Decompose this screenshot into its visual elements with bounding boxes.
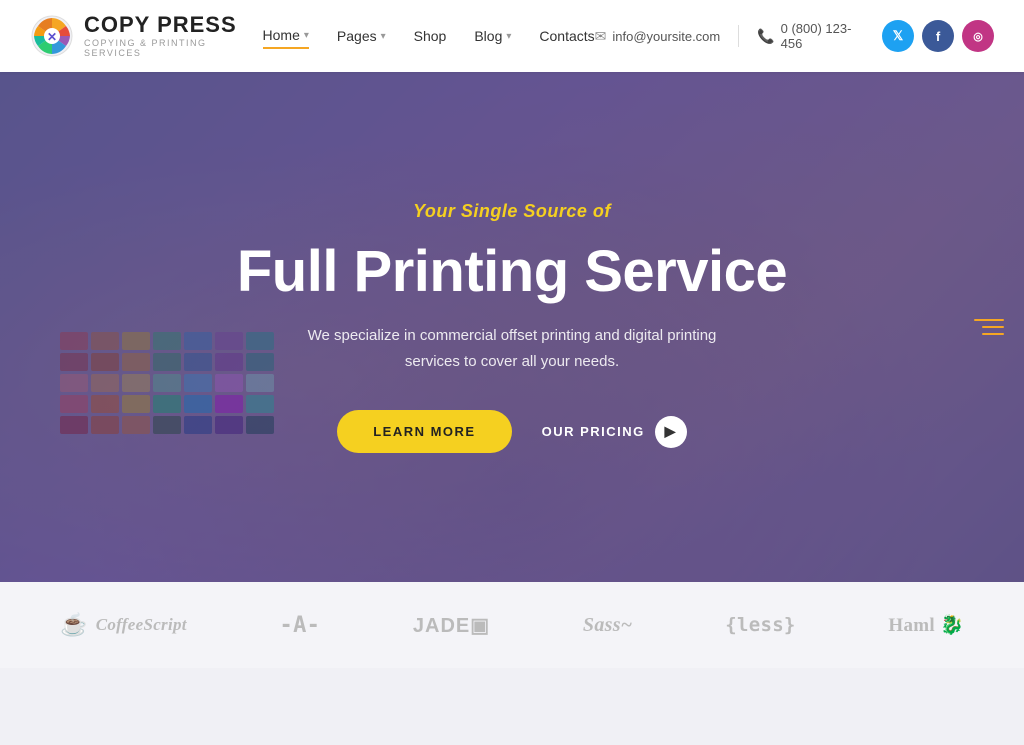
logo-title: COPY PRESS [84, 14, 263, 36]
pricing-button[interactable]: OUR PRICING ▶ [542, 416, 687, 448]
hero-description: We specialize in commercial offset print… [302, 323, 722, 374]
hamburger-line-3 [982, 333, 1004, 335]
hero-section: Your Single Source of Full Printing Serv… [0, 72, 1024, 582]
logos-bar: ☕ CoffeeScript -A- JADE▣ Sass~ {less} Ha… [0, 582, 1024, 668]
learn-more-button[interactable]: LEARN MORE [337, 410, 511, 453]
chevron-down-icon: ▾ [506, 31, 511, 42]
svg-text:✕: ✕ [47, 30, 57, 44]
phone-icon: 📞 [757, 28, 774, 45]
brand-coffeescript[interactable]: ☕ CoffeeScript [60, 612, 187, 638]
hero-subtitle: Your Single Source of [237, 201, 787, 222]
logo-text: COPY PRESS COPYING & PRINTING SERVICES [84, 14, 263, 58]
instagram-button[interactable]: ◎ [962, 20, 994, 52]
twitter-icon: 𝕏 [893, 28, 903, 44]
brand-less[interactable]: {less} [725, 614, 795, 636]
hero-actions: LEARN MORE OUR PRICING ▶ [237, 410, 787, 453]
facebook-icon: f [936, 29, 940, 44]
facebook-button[interactable]: f [922, 20, 954, 52]
instagram-icon: ◎ [973, 30, 983, 43]
hamburger-line-1 [974, 319, 1004, 321]
nav-home[interactable]: Home ▾ [263, 23, 309, 49]
email-contact: ✉ info@yoursite.com [595, 28, 721, 45]
phone-text: 0 (800) 123-456 [781, 21, 864, 51]
hamburger-line-2 [982, 326, 1004, 328]
phone-contact: 📞 0 (800) 123-456 [757, 21, 864, 51]
logo-icon: ✕ [30, 14, 74, 58]
email-text: info@yoursite.com [612, 29, 720, 44]
twitter-button[interactable]: 𝕏 [882, 20, 914, 52]
header-right: ✉ info@yoursite.com 📞 0 (800) 123-456 𝕏 … [595, 20, 994, 52]
site-header: ✕ COPY PRESS COPYING & PRINTING SERVICES… [0, 0, 1024, 72]
hamburger-menu-side[interactable] [974, 319, 1004, 335]
brand-angular[interactable]: -A- [280, 613, 321, 638]
brand-haml[interactable]: Haml 🐉 [888, 613, 964, 637]
email-icon: ✉ [595, 28, 607, 45]
brand-jade[interactable]: JADE▣ [413, 613, 490, 638]
header-divider [738, 25, 739, 47]
coffeescript-icon: ☕ [60, 612, 88, 638]
nav-blog[interactable]: Blog ▾ [474, 24, 511, 48]
nav-contacts[interactable]: Contacts [539, 24, 594, 48]
logo-subtitle: COPYING & PRINTING SERVICES [84, 38, 263, 58]
main-nav: Home ▾ Pages ▾ Shop Blog ▾ Contacts [263, 23, 595, 49]
nav-pages[interactable]: Pages ▾ [337, 24, 386, 48]
logo-area[interactable]: ✕ COPY PRESS COPYING & PRINTING SERVICES [30, 14, 263, 58]
brand-sass[interactable]: Sass~ [583, 614, 633, 637]
pricing-label: OUR PRICING [542, 424, 645, 439]
chevron-down-icon: ▾ [304, 30, 309, 41]
social-icons-group: 𝕏 f ◎ [882, 20, 994, 52]
hero-content: Your Single Source of Full Printing Serv… [217, 201, 807, 454]
nav-shop[interactable]: Shop [414, 24, 447, 48]
chevron-down-icon: ▾ [381, 31, 386, 42]
pricing-arrow-icon: ▶ [655, 416, 687, 448]
hero-title: Full Printing Service [237, 240, 787, 304]
